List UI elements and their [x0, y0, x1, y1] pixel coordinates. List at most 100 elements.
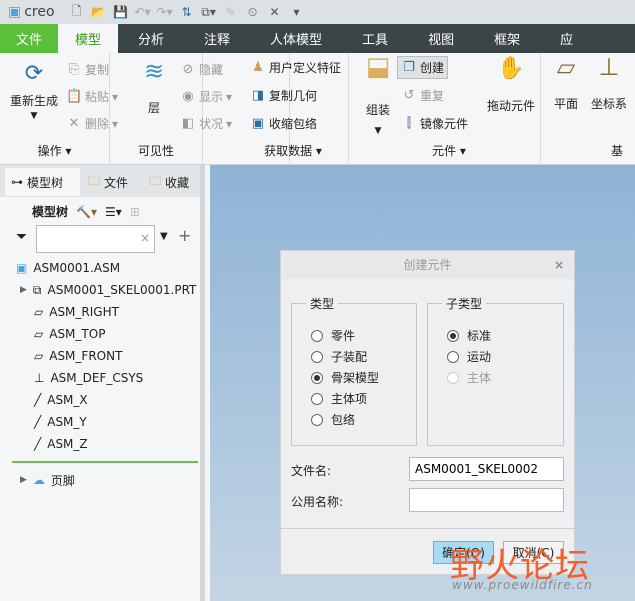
copy-button[interactable]: ⎘ 复制	[66, 61, 109, 78]
label: 用户定义特征	[269, 61, 342, 75]
tab-tools[interactable]: 工具	[342, 24, 408, 53]
tree-filter-icon[interactable]: ⊞	[130, 205, 140, 219]
expand-icon[interactable]: ▶	[20, 475, 27, 485]
label: 粘贴	[85, 90, 110, 104]
search-dropdown-icon[interactable]: ▼	[160, 231, 168, 242]
close-window-icon[interactable]: ✕	[267, 4, 283, 20]
regenerate-button[interactable]: ⟳ 重新生成 ▼	[10, 58, 58, 121]
radio-subassembly[interactable]: 子装配	[311, 348, 367, 365]
label: 创建	[420, 61, 445, 75]
tab-file[interactable]: 文件	[0, 24, 58, 53]
axis-icon: ╱	[34, 393, 42, 407]
copy-geometry-button[interactable]: ◨ 复制几何	[250, 87, 317, 104]
tab-model-tree[interactable]: ⊶ 模型树	[5, 168, 80, 196]
mirror-component-button[interactable]: ⫿ 镜像元件	[401, 115, 468, 132]
label: 文件	[104, 175, 129, 190]
radio-circle	[447, 329, 459, 342]
clear-icon[interactable]: ×	[140, 231, 150, 245]
regenerate-icon[interactable]: ⇅	[179, 4, 195, 20]
radio-body: 主体	[447, 369, 491, 386]
radio-motion[interactable]: 运动	[447, 348, 491, 365]
radio-envelope[interactable]: 包络	[311, 411, 355, 428]
folder-icon: 🗀	[88, 173, 101, 188]
expand-icon[interactable]: ▶	[20, 285, 27, 295]
label: ASM_FRONT	[49, 349, 123, 363]
subtype-legend: 子类型	[446, 297, 483, 311]
tree-item-plane[interactable]: ▱ ASM_RIGHT	[34, 302, 119, 322]
tree-item-axis[interactable]: ╱ ASM_Y	[34, 412, 87, 432]
dialog-title-bar[interactable]: 创建元件 ×	[281, 251, 574, 279]
group-label[interactable]: 操作 ▾	[0, 142, 109, 159]
add-icon[interactable]: +	[178, 226, 191, 245]
radio-standard[interactable]: 标准	[447, 327, 491, 344]
new-icon[interactable]: 🗋	[69, 4, 85, 20]
tab-framework[interactable]: 框架	[474, 24, 540, 53]
tree-item-plane[interactable]: ▱ ASM_TOP	[34, 324, 105, 344]
label: 镜像元件	[420, 117, 469, 131]
redo-icon[interactable]: ↷▾	[157, 4, 173, 20]
plane-icon: ▱	[34, 327, 44, 341]
group-label[interactable]: 获取数据 ▾	[243, 142, 343, 159]
plane-button[interactable]: ▱ 平面	[551, 55, 581, 112]
radio-skeleton-model[interactable]: 骨架模型	[311, 369, 379, 386]
show-list-icon[interactable]: ☰▾	[105, 205, 122, 219]
close-icon[interactable]: ×	[554, 251, 564, 279]
save-icon[interactable]: 💾	[113, 4, 129, 20]
navigator-panel: ⊶ 模型树 🗀 文件 🗀 收藏 模型树 🔨▾ ☰▾ ⊞ ⏷ × ▼ + ▣ ASM000…	[0, 165, 205, 601]
insert-indicator[interactable]	[12, 461, 198, 463]
undo-icon[interactable]: ↶▾	[135, 4, 151, 20]
csys-button[interactable]: ⊥ 坐标系	[591, 55, 627, 112]
windows-icon[interactable]: ⧉▾	[201, 4, 217, 20]
tree-item-footer[interactable]: ▶ ☁ 页脚	[20, 470, 75, 490]
settings-tools-icon[interactable]: 🔨▾	[76, 205, 97, 219]
tab-favorites[interactable]: 🗀 收藏	[143, 168, 195, 196]
tree-item-plane[interactable]: ▱ ASM_FRONT	[34, 346, 122, 366]
shrinkwrap-button[interactable]: ▣ 收缩包络	[250, 115, 317, 132]
label: 骨架模型	[331, 371, 380, 385]
paste-icon: 📋	[66, 88, 83, 104]
filter-icon[interactable]: ⏷	[16, 229, 27, 245]
open-icon[interactable]: 📂	[91, 4, 107, 20]
drag-components-button[interactable]: ✋ 拖动元件	[487, 58, 535, 114]
group-label: 可见性	[137, 144, 174, 158]
label: 元件	[432, 144, 457, 158]
group-label[interactable]: 元件 ▾	[379, 142, 519, 159]
logo-text: creo	[24, 4, 55, 20]
layer-button[interactable]: ≋ 层	[138, 59, 170, 116]
tab-folder-browser[interactable]: 🗀 文件	[82, 168, 134, 196]
tree-search-input[interactable]	[36, 225, 155, 253]
tab-annotate[interactable]: 注释	[184, 24, 250, 53]
radio-bulk-item[interactable]: 主体项	[311, 390, 367, 407]
tab-manikin[interactable]: 人体模型	[250, 24, 342, 53]
tree-item-assembly[interactable]: ▣ ASM0001.ASM	[16, 258, 120, 278]
tree-item-axis[interactable]: ╱ ASM_Z	[34, 434, 88, 454]
tab-analysis[interactable]: 分析	[118, 24, 184, 53]
tree-item-skeleton[interactable]: ▶ ⧉ ASM0001_SKEL0001.PRT	[20, 280, 196, 300]
tab-model[interactable]: 模型	[58, 24, 118, 53]
divider	[281, 528, 574, 529]
label: ASM_Y	[47, 415, 87, 429]
repeat-button[interactable]: ↺ 重复	[401, 87, 444, 104]
label: 收缩包络	[269, 117, 318, 131]
tree-item-axis[interactable]: ╱ ASM_X	[34, 390, 88, 410]
label: ASM0001_SKEL0001.PRT	[47, 283, 197, 297]
status-icon: ◧	[181, 115, 195, 131]
radio-part[interactable]: 零件	[311, 327, 355, 344]
assemble-icon: ⬓	[365, 52, 391, 82]
tab-more[interactable]: 应	[540, 24, 593, 53]
assemble-button[interactable]: ⬓ 组装 ▼	[361, 52, 395, 136]
common-name-input[interactable]	[409, 488, 564, 512]
label: 层	[147, 101, 160, 115]
filename-input[interactable]	[409, 457, 564, 481]
group-operations: ⟳ 重新生成 ▼ ⎘ 复制 📋 粘贴 ▾ ✕ 删除 ▾ 操作 ▾	[0, 53, 118, 165]
tab-view[interactable]: 视图	[408, 24, 474, 53]
label: 平面	[553, 97, 578, 111]
label: ASM_DEF_CSYS	[50, 371, 144, 385]
type-legend: 类型	[310, 297, 335, 311]
time-icon[interactable]: ⏲	[245, 4, 261, 20]
create-button[interactable]: ❐ 创建	[397, 56, 449, 79]
customize-dropdown-icon[interactable]: ▾	[289, 4, 305, 20]
udf-button[interactable]: ♟ 用户定义特征	[250, 59, 341, 76]
tree-item-csys[interactable]: ⊥ ASM_DEF_CSYS	[34, 368, 143, 388]
edit-icon[interactable]: ✎	[223, 4, 239, 20]
